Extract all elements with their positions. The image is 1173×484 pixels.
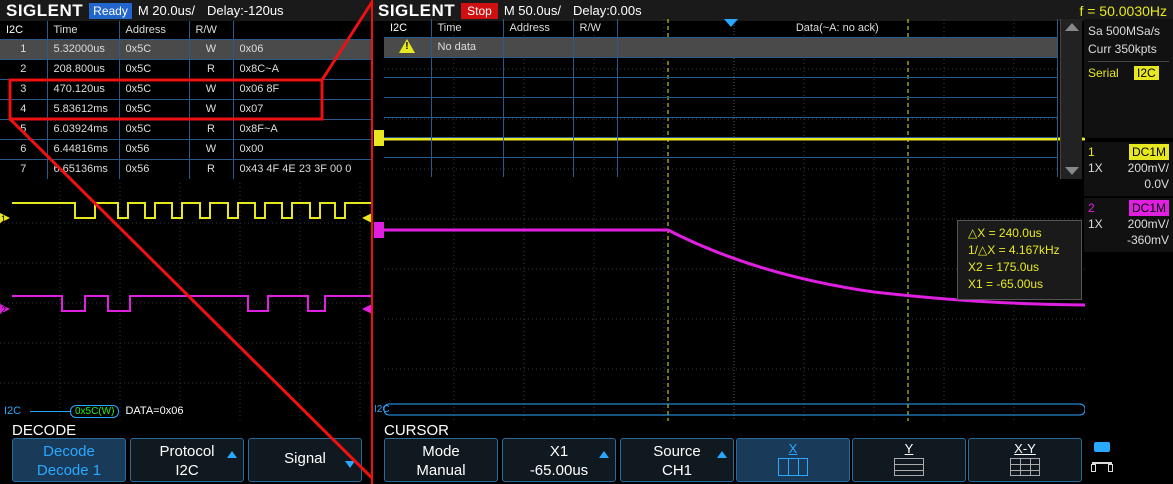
zoom-line-top [320, 1, 374, 81]
highlight-box [8, 78, 324, 121]
zoom-line-bottom [8, 117, 374, 480]
screenshot-composite: SIGLENT Ready M 20.0us/ Delay:-120us I2C… [0, 0, 1173, 484]
annotation-overlay [8, 0, 374, 484]
